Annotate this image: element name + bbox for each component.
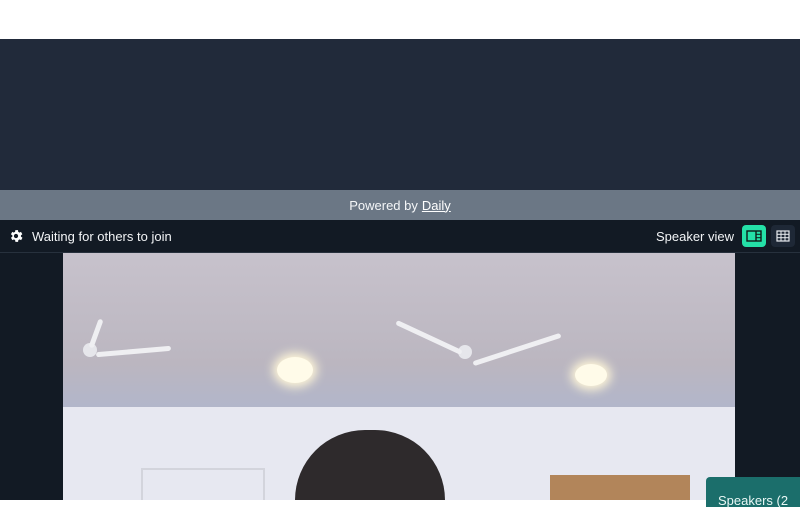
daily-link[interactable]: Daily: [422, 198, 451, 213]
cabinet: [550, 475, 690, 500]
participant-video[interactable]: [63, 253, 735, 500]
call-toolbar: Waiting for others to join Speaker view: [0, 220, 800, 253]
fan-blade: [95, 345, 172, 358]
gear-icon[interactable]: [7, 227, 25, 245]
fan-blade: [88, 318, 104, 349]
view-mode-label: Speaker view: [655, 228, 734, 244]
fan-blade: [472, 332, 562, 367]
video-stage: [0, 253, 800, 500]
wall-frame: [141, 468, 265, 500]
ceiling-light: [575, 364, 607, 386]
call-status: Waiting for others to join: [32, 228, 172, 244]
speakers-tab[interactable]: Speakers (2: [706, 477, 800, 508]
speakers-tab-label: Speakers (2: [718, 493, 789, 508]
powered-by-banner: Powered by Daily: [0, 190, 800, 220]
grid-view-button[interactable]: [771, 225, 795, 247]
speaker-layout-icon: [746, 230, 762, 242]
grid-layout-icon: [776, 230, 790, 242]
speaker-view-button[interactable]: [742, 225, 766, 247]
fan-blade: [395, 320, 463, 355]
embed-area: [0, 39, 800, 190]
ceiling-light: [277, 357, 313, 383]
top-bar: [0, 0, 800, 39]
powered-by-text: Powered by: [349, 197, 418, 213]
